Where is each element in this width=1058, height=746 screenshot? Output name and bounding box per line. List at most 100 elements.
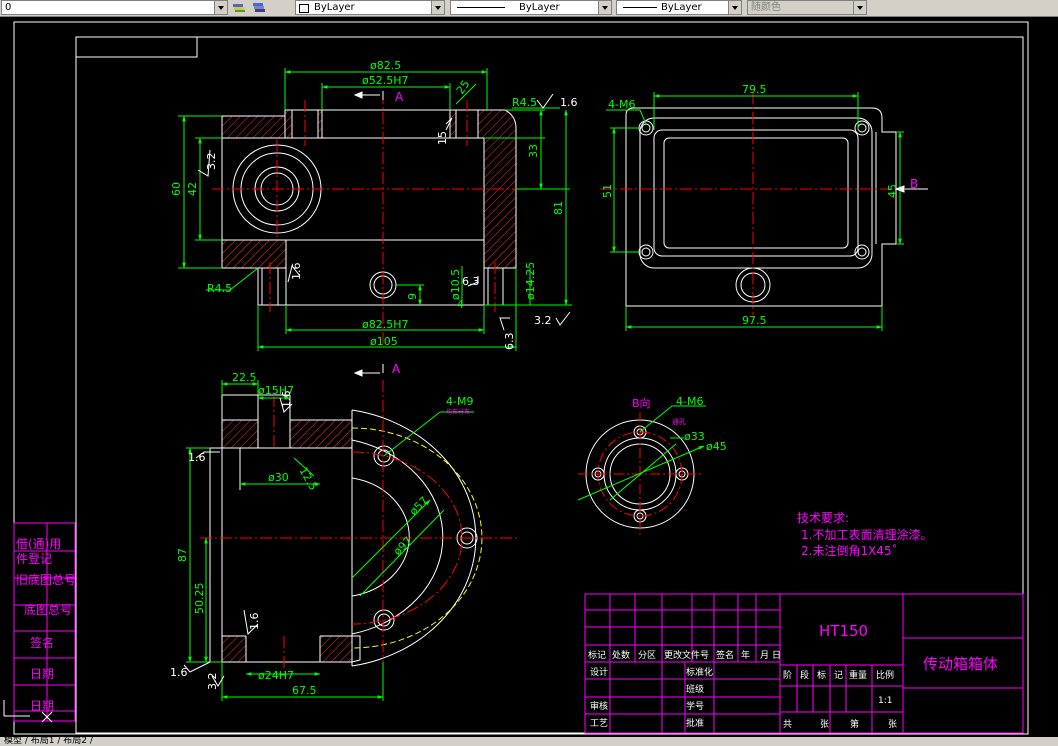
linetype-value: ByLayer [519,2,560,13]
sidebar-label: 日期 [30,699,54,713]
sidebar-label: 旧底图总号 [16,572,76,587]
tb-label: 第 [850,718,859,730]
chevron-down-icon [853,1,866,14]
dim-text: 1.6 [560,96,578,109]
drawing-frame [13,21,1029,735]
color-value: ByLayer [314,2,355,13]
dim-text: R4.5 [207,282,232,295]
tb-label: 审核 [590,700,608,712]
chevron-down-icon[interactable] [431,1,444,14]
layer-previous-icon[interactable] [252,1,266,13]
b-view-title: B向 [632,396,651,410]
dim-text: 60 [170,182,183,196]
dim-note: 均布分布 [446,408,470,416]
tb-label: 分区 [638,650,656,661]
title-block: HT150 传动箱箱体 标记 处数 分区 更改文件号 签名 年 月 日 设计 标… [584,593,1024,734]
tb-label: 签名 [716,649,734,661]
dim-text: 12.5 [296,465,320,493]
lineweight-value: ByLayer [661,2,702,13]
dim-text: 1.6 [280,391,293,409]
tb-label: 学号 [686,700,704,712]
make-layer-current-icon[interactable] [232,1,246,13]
b-view: B向 4-M6 通孔 ø33 ø45 [577,395,727,536]
tb-label: 共 [783,719,792,730]
lineweight-sample [623,7,657,8]
dim-text: 81 [552,201,565,215]
tb-label: 更改文件号 [664,649,709,661]
dim-text: 9 [406,293,419,300]
tb-label: 处数 [612,649,630,661]
tb-label: 设计 [590,666,608,678]
dim-text: ø14.25 [524,262,537,300]
dim-text: ø10.5 [449,269,462,300]
chevron-down-icon[interactable] [214,1,227,14]
dim-text: 4-M6 [676,395,703,408]
drawing-canvas[interactable]: 借(通)用 件登记 旧底图总号 底图总号 签名 日期 日期 A A ø82.5 … [0,17,1058,737]
tb-label: 标记 [588,649,606,661]
dim-text: 1.6 [170,666,188,679]
dim-text: 51 [601,184,614,198]
dim-text: 79.5 [742,83,767,96]
sidebar-label: 签名 [30,635,54,650]
dim-text: 15 [436,131,449,145]
part-name: 传动箱箱体 [923,655,998,673]
top-section-view: 22.5 ø15H7 1.6 1.6 ø30 12.5 4-M9 均布分布 ø5… [170,371,520,701]
dim-text: 97.5 [742,314,767,327]
plotstyle-value: 随颜色 [751,2,781,13]
dim-text: 4-M6 [608,98,635,111]
color-swatch [299,4,309,13]
dim-text: ø57 [407,494,431,518]
dim-text: 22.5 [232,371,257,384]
lineweight-dropdown[interactable]: ByLayer [616,0,742,15]
dim-text: 3.2 [534,314,552,327]
section-a-label: A [395,90,404,104]
layout-tabs[interactable]: 模型 / 布局1 / 布局2 / [4,737,93,746]
tb-label: 年 [741,649,750,661]
dim-note: 通孔 [672,417,686,426]
dim-text: 4-M9 [446,395,473,408]
plotstyle-dropdown: 随颜色 [747,0,867,15]
dim-text: ø82.5H7 [362,318,409,331]
note-item: 1.不加工表面清理涂漆。 [801,527,932,542]
sidebar-label: 日期 [30,667,54,681]
layout-tabs-bar[interactable]: 模型 / 布局1 / 布局2 / [0,737,1058,746]
dim-text: 3.2 [206,673,219,691]
color-dropdown[interactable]: ByLayer [295,0,445,15]
layer-dropdown[interactable]: 0 [1,0,228,15]
scale-value: 1:1 [878,696,892,706]
tb-label: 标准化 [686,666,713,678]
chevron-down-icon[interactable] [598,1,611,14]
tb-label: 日 [772,650,781,661]
dim-text: 42 [186,182,199,196]
sidebar-label: 底图总号 [24,602,72,617]
tb-label: 标 [817,669,826,681]
dim-text: 87 [176,548,189,562]
tb-label: 记 [834,670,843,681]
material-label: HT150 [819,622,868,640]
sidebar-label: 件登记 [16,551,52,566]
dim-text: ø82.5 [370,59,401,72]
linetype-sample [457,7,505,8]
tb-label: 比例 [876,669,894,681]
dim-text: 4 [457,298,464,311]
dim-text: 1.6 [290,263,303,281]
tb-label: 重量 [849,669,867,681]
tb-label: 工艺 [590,718,608,729]
dim-text: ø52.5H7 [362,74,409,87]
tb-label: 批准 [686,717,704,729]
tb-label: 张 [820,719,829,730]
layer-value: 0 [5,2,12,13]
chevron-down-icon[interactable] [728,1,741,14]
front-section-view: A A ø82.5 ø52.5H7 25 R4.5 1.6 33 81 60 4… [170,59,578,377]
tb-label: 张 [888,719,897,730]
technical-notes: 技术要求: 1.不加工表面清理涂漆。 2.未注倒角1X45˚ [797,511,932,558]
dim-text: ø24H7 [258,669,294,682]
tb-label: 阶 [783,669,792,681]
dim-text: 6.3 [462,275,480,288]
dim-text: ø30 [268,471,289,484]
section-a-label: A [392,362,401,376]
linetype-dropdown[interactable]: ByLayer [450,0,612,15]
notes-title: 技术要求: [797,511,849,525]
dim-text: 33 [527,144,540,158]
side-view: 79.5 4-M6 51 45 97.5 B [600,83,928,331]
